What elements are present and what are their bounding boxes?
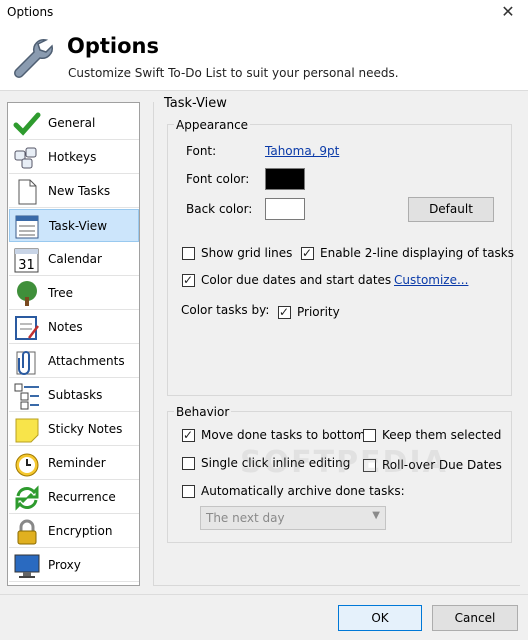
sidebar-item-label: New Tasks xyxy=(48,184,111,198)
archive-select-value: The next day xyxy=(206,511,285,525)
document-icon xyxy=(18,179,37,205)
task-list-icon xyxy=(15,215,39,239)
auto-archive-label[interactable]: Automatically archive done tasks: xyxy=(201,484,405,498)
show-grid-lines-checkbox[interactable] xyxy=(182,247,195,260)
archive-select[interactable]: The next day ▼ xyxy=(200,506,386,530)
font-link[interactable]: Tahoma, 9pt xyxy=(265,144,339,158)
appearance-group-label: Appearance xyxy=(174,118,251,132)
appearance-group xyxy=(167,124,512,396)
page-subtitle: Customize Swift To-Do List to suit your … xyxy=(68,66,399,80)
alarm-clock-icon xyxy=(15,453,39,477)
sidebar-item-subtasks[interactable]: Subtasks xyxy=(9,379,139,412)
sidebar-item-label: Tree xyxy=(48,286,74,300)
sidebar-item-reminder[interactable]: Reminder xyxy=(9,447,139,480)
sidebar-item-label: Reminder xyxy=(48,456,106,470)
font-color-swatch[interactable] xyxy=(265,168,305,190)
subtasks-icon xyxy=(14,383,39,410)
sidebar-item-label: Sticky Notes xyxy=(48,422,123,436)
sidebar-item-notes[interactable]: Notes xyxy=(9,311,139,344)
page-title: Options xyxy=(67,34,159,58)
sidebar-item-label: Subtasks xyxy=(48,388,103,402)
sidebar-item-calendar[interactable]: 31 Calendar xyxy=(9,243,139,276)
show-grid-lines-label[interactable]: Show grid lines xyxy=(201,246,292,260)
padlock-icon xyxy=(17,519,37,545)
window-title: Options xyxy=(7,5,54,19)
section-title: Task-View xyxy=(162,96,229,111)
sidebar-item-attachments[interactable]: Attachments xyxy=(9,345,139,378)
sidebar-item-sticky-notes[interactable]: Sticky Notes xyxy=(9,413,139,446)
sidebar-item-label: Hotkeys xyxy=(48,150,97,164)
keyboard-icon xyxy=(14,147,37,169)
cancel-button[interactable]: Cancel xyxy=(432,605,518,631)
sidebar-item-general[interactable]: General xyxy=(9,107,139,140)
checkmark-icon xyxy=(13,112,41,136)
sidebar-item-proxy[interactable]: Proxy xyxy=(9,549,139,582)
sidebar-item-tree[interactable]: Tree xyxy=(9,277,139,310)
sidebar-item-label: Encryption xyxy=(48,524,113,538)
ok-button[interactable]: OK xyxy=(338,605,422,631)
color-tasks-by-label: Color tasks by: xyxy=(181,303,270,317)
calendar-day: 31 xyxy=(18,258,35,273)
priority-checkbox[interactable] xyxy=(278,304,291,320)
options-header: Options Customize Swift To-Do List to su… xyxy=(0,26,528,91)
sidebar-item-label: Calendar xyxy=(48,252,102,266)
sidebar-item-label: General xyxy=(48,116,96,130)
sidebar-item-label: Proxy xyxy=(48,558,81,572)
wrench-icon xyxy=(14,38,54,78)
sticky-note-icon xyxy=(15,418,39,443)
single-click-label[interactable]: Single click inline editing xyxy=(201,456,350,470)
dialog-footer: OK Cancel xyxy=(0,594,528,640)
sidebar-item-label: Task-View xyxy=(49,219,108,233)
rollover-label[interactable]: Roll-over Due Dates xyxy=(382,458,502,472)
paperclip-icon xyxy=(16,351,36,375)
color-due-dates-checkbox[interactable] xyxy=(182,272,195,288)
sidebar-item-label: Notes xyxy=(48,320,83,334)
move-done-label[interactable]: Move done tasks to bottom xyxy=(201,428,365,442)
font-color-label: Font color: xyxy=(186,172,250,186)
back-color-label: Back color: xyxy=(186,202,253,216)
single-click-checkbox[interactable] xyxy=(182,457,195,470)
sidebar-item-task-view[interactable]: Task-View xyxy=(9,209,139,242)
customize-link[interactable]: Customize... xyxy=(394,273,468,287)
keep-selected-label[interactable]: Keep them selected xyxy=(382,428,501,442)
behavior-group-label: Behavior xyxy=(174,405,232,419)
font-label: Font: xyxy=(186,144,217,158)
chevron-down-icon: ▼ xyxy=(372,510,380,521)
two-line-checkbox[interactable] xyxy=(301,245,314,261)
color-due-dates-label[interactable]: Color due dates and start dates xyxy=(201,273,391,287)
rollover-checkbox[interactable] xyxy=(363,459,376,472)
notes-icon xyxy=(15,316,39,340)
sidebar-item-encryption[interactable]: Encryption xyxy=(9,515,139,548)
keep-selected-checkbox[interactable] xyxy=(363,429,376,442)
close-icon[interactable]: ✕ xyxy=(488,0,528,26)
sidebar-item-recurrence[interactable]: Recurrence xyxy=(9,481,139,514)
back-color-swatch[interactable] xyxy=(265,198,305,220)
sidebar-item-new-tasks[interactable]: New Tasks xyxy=(9,175,139,208)
move-done-checkbox[interactable] xyxy=(182,427,195,443)
options-sidebar: General Hotkeys New Tasks Task-View 31 C… xyxy=(7,102,140,586)
sidebar-item-hotkeys[interactable]: Hotkeys xyxy=(9,141,139,174)
two-line-label[interactable]: Enable 2-line displaying of tasks xyxy=(320,246,514,260)
recurrence-icon xyxy=(15,485,39,511)
sidebar-item-label: Attachments xyxy=(48,354,125,368)
default-button[interactable]: Default xyxy=(408,197,494,222)
auto-archive-checkbox[interactable] xyxy=(182,485,195,498)
sidebar-item-label: Recurrence xyxy=(48,490,116,504)
window-titlebar: Options ✕ xyxy=(0,0,528,26)
monitor-icon xyxy=(14,554,40,578)
tree-icon xyxy=(17,281,37,306)
calendar-icon: 31 xyxy=(14,248,39,273)
priority-label[interactable]: Priority xyxy=(297,305,340,319)
